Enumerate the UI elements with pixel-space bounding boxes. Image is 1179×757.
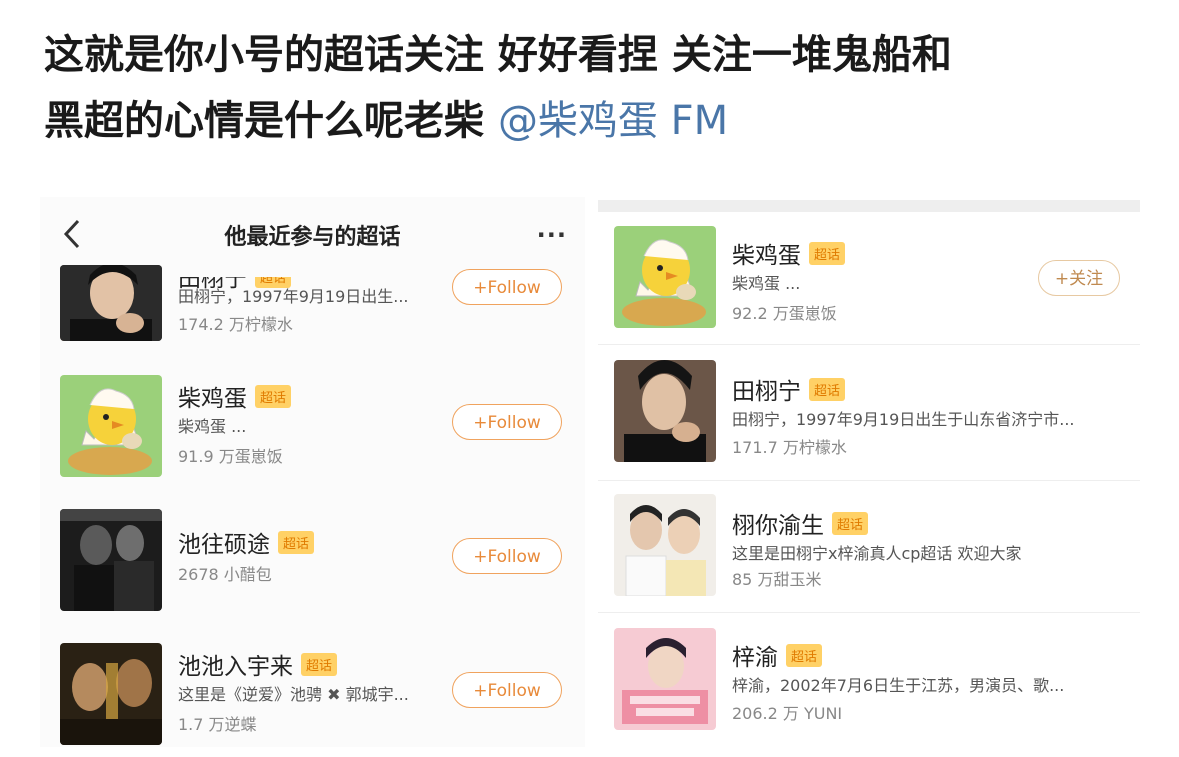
supertopic-fan-count: 206.2 万 YUNI [732,704,843,723]
warm-photo-image [60,643,162,745]
supertopic-description: 这里是《逆爱》池骋 ✖ 郭城宇... [178,685,409,704]
caption-line-2: 黑超的心情是什么呢老柴 @柴鸡蛋 FM [44,88,1144,154]
list-item[interactable]: 池往硕途 超话 2678 小醋包 +Follow [40,497,585,631]
list-item[interactable]: 田栩宁 超话 田栩宁，1997年9月19日出生于山东省济宁市... 171.7 万… [598,346,1140,480]
supertopic-name: 柴鸡蛋 超话 [732,236,846,270]
chick-cartoon-image [60,375,162,477]
duo-photo-image [614,494,716,596]
follow-button[interactable]: +Follow [452,404,562,440]
supertopic-thumbnail [614,360,716,462]
follow-button[interactable]: +Follow [452,672,562,708]
post-caption: 这就是你小号的超话关注 好好看捏 关注一堆鬼船和 黑超的心情是什么呢老柴 @柴鸡… [44,22,1144,154]
supertopic-description: 这里是田栩宁x梓渝真人cp超话 欢迎大家 [732,544,1022,563]
caption-line-1: 这就是你小号的超话关注 好好看捏 关注一堆鬼船和 [44,32,952,78]
supertopic-fan-count: 91.9 万蛋崽饭 [178,447,283,466]
dark-photo-image [60,509,162,611]
user-mention-link[interactable]: @柴鸡蛋 FM [498,98,728,144]
top-divider-strip [598,200,1140,212]
supertopic-thumbnail [60,643,162,745]
supertopic-name: 池池入宇来 超话 [178,647,338,681]
follow-button[interactable]: +Follow [452,538,562,574]
chick-cartoon-image [614,226,716,328]
follow-button[interactable]: +关注 [1038,260,1120,296]
supertopic-thumbnail [60,509,162,611]
supertopic-badge: 超话 [301,653,338,676]
portrait-image [60,265,162,341]
supertopic-badge: 超话 [809,378,846,401]
row-divider [598,480,1140,481]
supertopic-thumbnail [614,628,716,730]
supertopic-badge: 超话 [278,531,315,554]
left-screenshot: 他最近参与的超话 ··· 田栩宁 超话 田栩宁，1997年9月19日出生... 1… [40,197,585,747]
supertopic-fan-count: 1.7 万逆蝶 [178,715,257,734]
row-divider [598,612,1140,613]
supertopic-fan-count: 174.2 万柠檬水 [178,315,293,334]
supertopic-badge: 超话 [255,385,292,408]
follow-button[interactable]: +Follow [452,269,562,305]
supertopic-description: 梓渝，2002年7月6日生于江苏，男演员、歌... [732,676,1065,695]
supertopic-badge: 超话 [809,242,846,265]
row-divider [598,344,1140,345]
supertopic-thumbnail [60,265,162,341]
supertopic-badge: 超话 [832,512,869,535]
supertopic-badge: 超话 [786,644,823,667]
supertopic-thumbnail [614,494,716,596]
list-item[interactable]: 池池入宇来 超话 这里是《逆爱》池骋 ✖ 郭城宇... 1.7 万逆蝶 +Foll… [40,631,585,747]
list-item[interactable]: 柴鸡蛋 超话 柴鸡蛋 ... 92.2 万蛋崽饭 +关注 [598,212,1140,344]
supertopic-thumbnail [60,375,162,477]
portrait-image [614,360,716,462]
supertopic-fan-count: 92.2 万蛋崽饭 [732,304,837,323]
pink-photo-image [614,628,716,730]
list-item[interactable]: 田栩宁 超话 田栩宁，1997年9月19日出生... 174.2 万柠檬水 +Fo… [40,241,585,375]
supertopic-name: 栩你渝生 超话 [732,506,869,540]
supertopic-thumbnail [614,226,716,328]
supertopic-fan-count: 171.7 万柠檬水 [732,438,847,457]
supertopic-description: 田栩宁，1997年9月19日出生于山东省济宁市... [732,410,1075,429]
supertopic-name: 田栩宁 超话 [732,372,846,406]
supertopic-name: 柴鸡蛋 超话 [178,379,292,413]
supertopic-name: 梓渝 超话 [732,638,823,672]
list-item[interactable]: 栩你渝生 超话 这里是田栩宁x梓渝真人cp超话 欢迎大家 85 万甜玉米 [598,482,1140,612]
supertopic-name: 池往硕途 超话 [178,525,315,559]
supertopic-fan-count: 2678 小醋包 [178,565,272,584]
supertopic-fan-count: 85 万甜玉米 [732,570,822,589]
right-screenshot: 柴鸡蛋 超话 柴鸡蛋 ... 92.2 万蛋崽饭 +关注 田栩宁 超话 田栩宁，19… [598,200,1140,745]
list-item[interactable]: 柴鸡蛋 超话 柴鸡蛋 ... 91.9 万蛋崽饭 +Follow [40,363,585,497]
supertopic-description: 柴鸡蛋 ... [178,417,247,436]
supertopic-description: 柴鸡蛋 ... [732,274,801,293]
supertopic-description: 田栩宁，1997年9月19日出生... [178,287,409,306]
caption-line-2-text: 黑超的心情是什么呢老柴 [44,98,484,144]
list-item[interactable]: 梓渝 超话 梓渝，2002年7月6日生于江苏，男演员、歌... 206.2 万 Y… [598,614,1140,744]
